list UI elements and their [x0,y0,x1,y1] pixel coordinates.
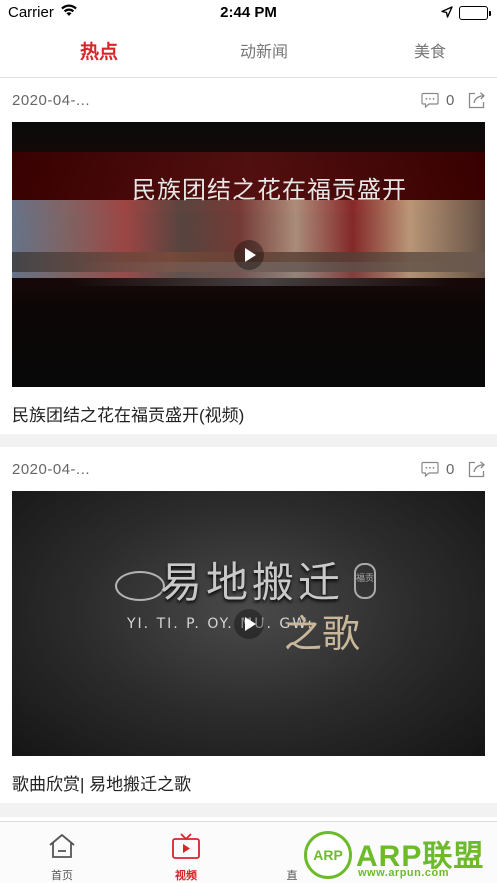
cloud-icon [115,571,165,601]
video-thumbnail[interactable]: 易地搬迁 福贡 YI. TI. P. OY. MU. GW: 之歌 [12,491,485,756]
comment-count: 0 [446,461,455,478]
share-icon[interactable] [467,460,486,479]
tab-dynamic-news[interactable]: 动新闻 [240,38,288,62]
video-feed[interactable]: 2020-04-... 0 民族团结之花在福贡盛开 民族团结之花在福贡盛开(视频… [0,79,497,821]
video-headline: 易地搬迁 [160,558,345,607]
tab-home[interactable]: 首页 [22,822,102,883]
location-icon [441,5,453,22]
item-date: 2020-04-... [12,461,91,478]
battery-icon [459,6,491,20]
category-tabs: 热点 动新闻 美食 [0,28,497,78]
comment-icon[interactable] [421,92,439,109]
item-title[interactable]: 民族团结之花在福贡盛开(视频) [12,401,244,426]
share-icon[interactable] [467,91,486,110]
clock: 2:44 PM [220,4,277,21]
video-seal: 福贡 [354,563,376,599]
video-thumbnail[interactable]: 民族团结之花在福贡盛开 [12,122,485,387]
play-icon[interactable] [234,240,264,270]
feed-item[interactable]: 2020-04-... 0 民族团结之花在福贡盛开 民族团结之花在福贡盛开(视频… [0,79,497,434]
video-headline-suffix: 之歌 [284,612,361,656]
item-title[interactable]: 歌曲欣赏| 易地搬迁之歌 [12,770,191,795]
video-headline: 民族团结之花在福贡盛开 [132,176,407,204]
tab-home-label: 首页 [51,870,73,882]
feed-item[interactable]: 2020-04-... 0 易地搬迁 福贡 YI. TI. P. OY. MU.… [0,447,497,803]
app-screen: Carrier 2:44 PM 热点 动新闻 美食 2020-04-... 0 … [0,0,497,883]
video-reflection [72,262,452,286]
tab-video-label: 视频 [175,870,197,882]
watermark-url: www.arpun.com [358,867,450,879]
status-bar: Carrier 2:44 PM [0,0,497,28]
tab-food[interactable]: 美食 [414,38,446,62]
comment-icon[interactable] [421,461,439,478]
comment-count: 0 [446,92,455,109]
tab-hot[interactable]: 热点 [80,37,118,64]
tv-icon [171,832,201,860]
watermark-badge: ARP [304,831,352,879]
watermark-logo: ARP ARP联盟 www.arpun.com [302,827,497,883]
play-icon[interactable] [234,609,264,639]
tab-video[interactable]: 视频 [146,822,226,883]
home-icon [47,832,77,860]
item-date: 2020-04-... [12,92,91,109]
